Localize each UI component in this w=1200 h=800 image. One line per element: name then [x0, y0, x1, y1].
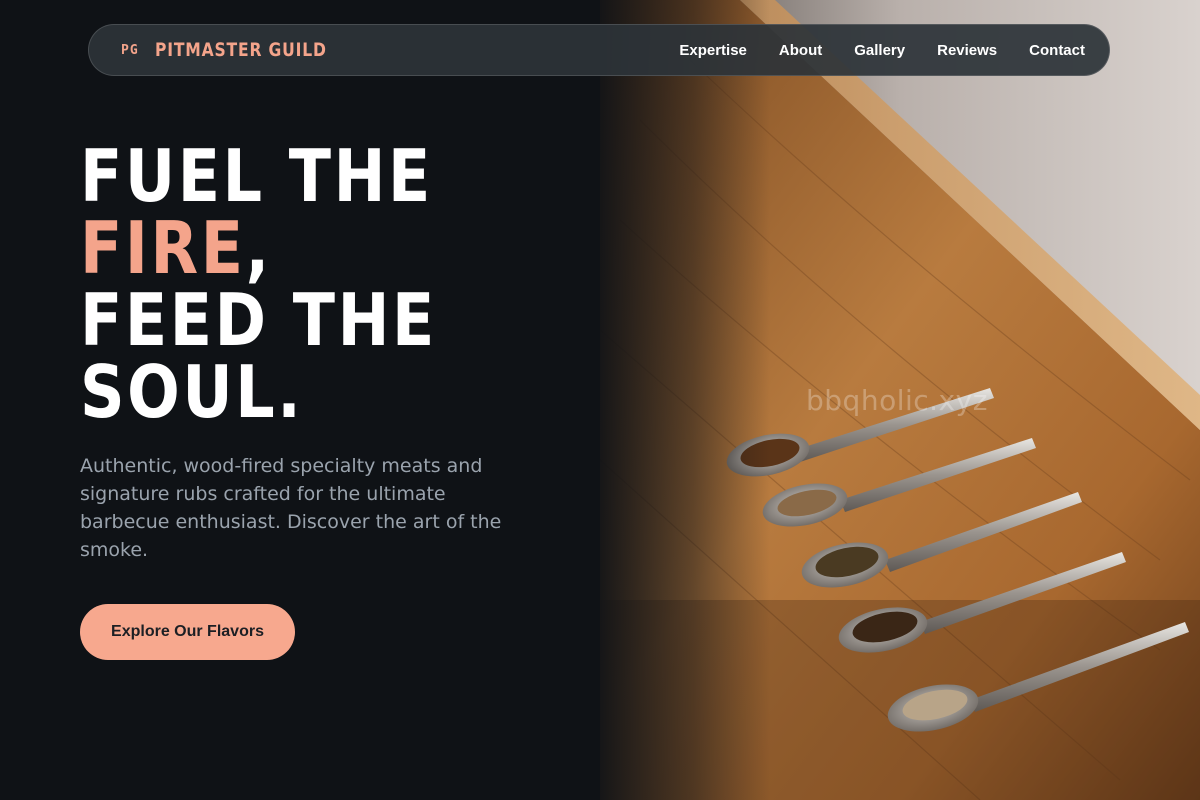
nav-link-about[interactable]: About — [779, 42, 822, 59]
brand-logo[interactable]: PG PITMASTER GUILD — [121, 39, 364, 61]
navbar: PG PITMASTER GUILD Expertise About Galle… — [88, 24, 1110, 76]
headline-line-4: SOUL. — [80, 350, 304, 434]
explore-flavors-button[interactable]: Explore Our Flavors — [80, 604, 295, 660]
headline-line-2: FIRE, — [80, 212, 437, 284]
brand-mark: PG — [121, 42, 139, 58]
nav-links: Expertise About Gallery Reviews Contact — [679, 42, 1085, 59]
nav-link-contact[interactable]: Contact — [1029, 42, 1085, 59]
hero-subtitle: Authentic, wood-fired specialty meats an… — [80, 455, 502, 561]
headline-line-1: FUEL THE — [80, 134, 433, 218]
hero-headline: FUEL THE FIRE, FEED THE SOUL. — [80, 140, 437, 428]
nav-link-gallery[interactable]: Gallery — [854, 42, 905, 59]
nav-link-reviews[interactable]: Reviews — [937, 42, 997, 59]
brand-name: PITMASTER GUILD — [154, 39, 327, 61]
nav-link-expertise[interactable]: Expertise — [679, 42, 747, 59]
watermark-text: bbqholic.xyz — [806, 384, 988, 417]
page: bbqholic.xyz PG PITMASTER GUILD Expertis… — [0, 0, 1200, 800]
headline-line-3: FEED THE — [80, 278, 437, 362]
